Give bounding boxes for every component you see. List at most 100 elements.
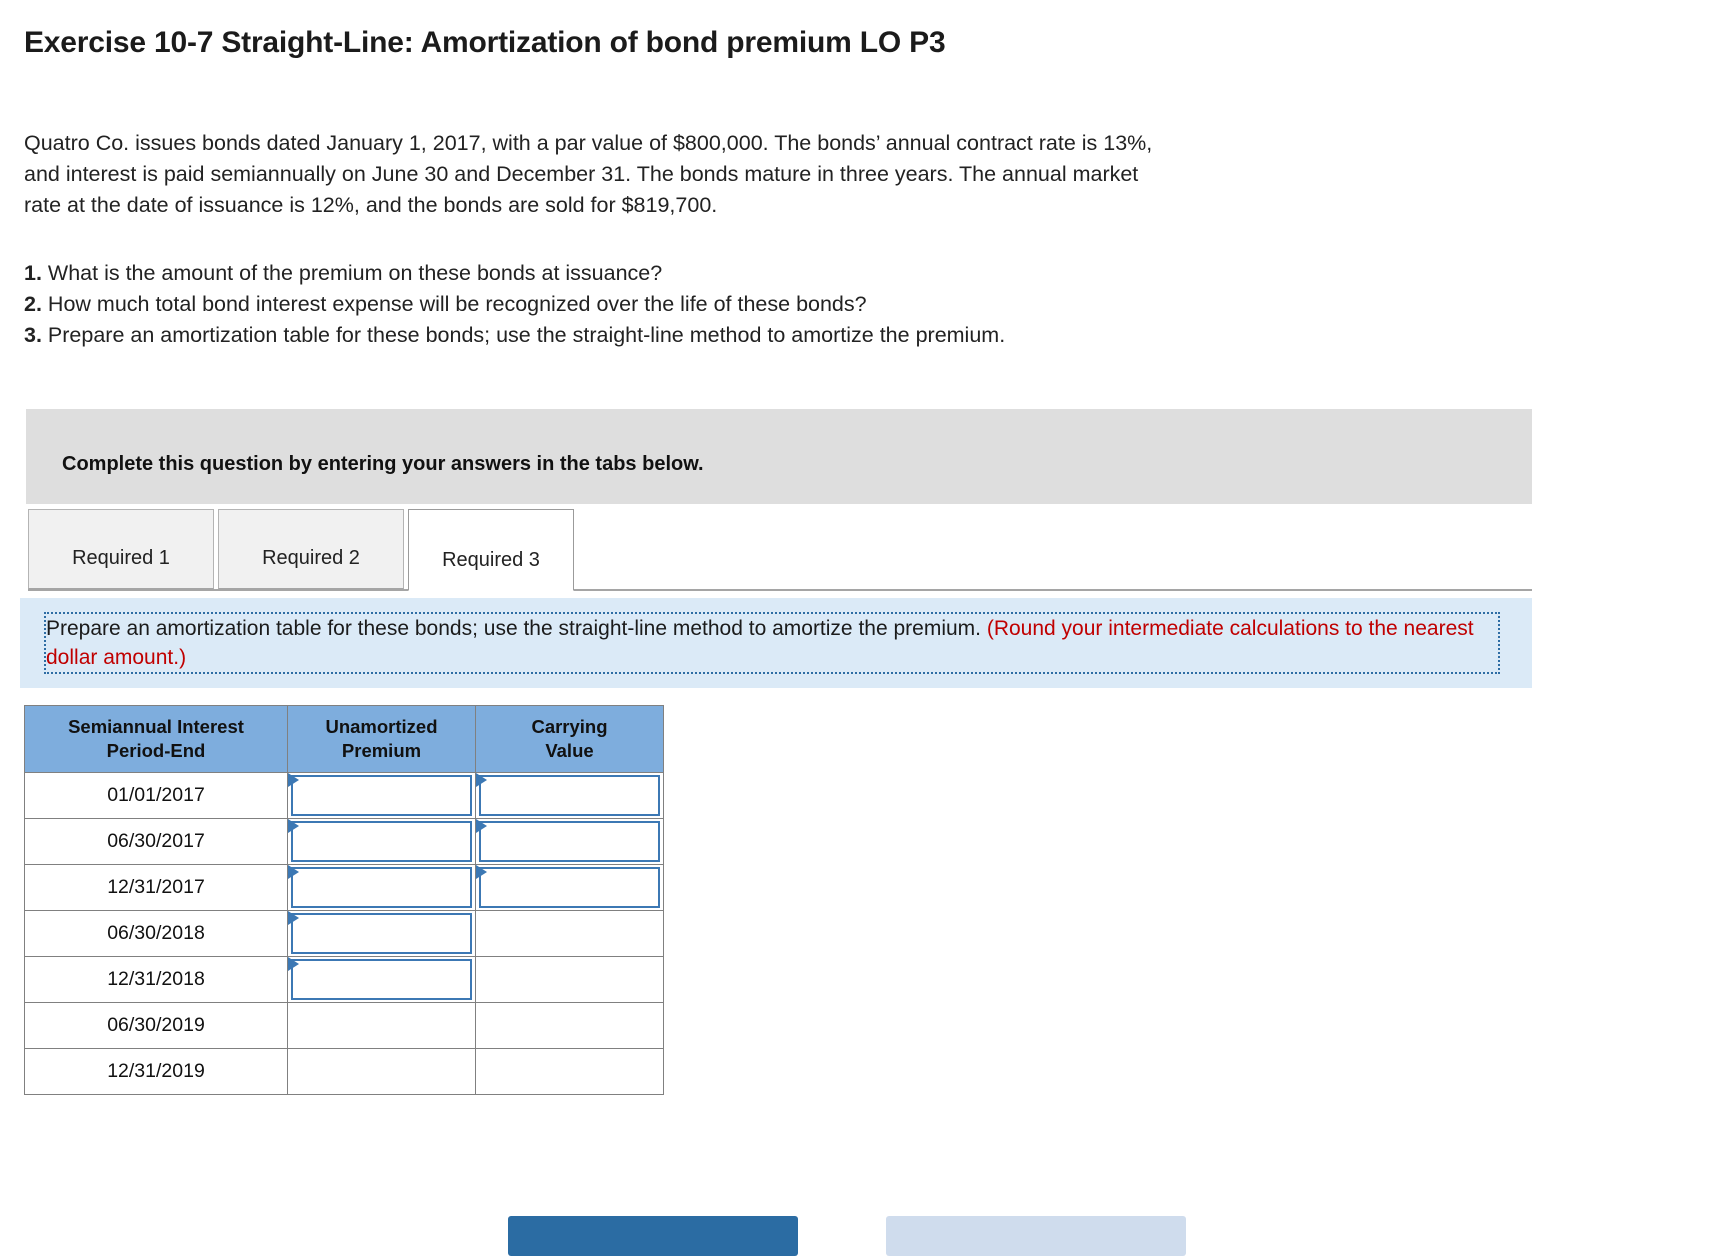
- cell-marker-icon: [476, 819, 487, 833]
- cell-marker-icon: [288, 957, 299, 971]
- cell-marker-icon: [288, 819, 299, 833]
- unamortized-premium-cell[interactable]: [287, 956, 476, 1003]
- carrying-value-input[interactable]: [479, 775, 660, 816]
- column-header-unamortized-premium-line1: Unamortized: [325, 716, 438, 737]
- period-end-cell: 06/30/2018: [24, 910, 288, 957]
- tab-required-3[interactable]: Required 3: [408, 509, 574, 591]
- table-row: 12/31/2019: [24, 1048, 664, 1095]
- column-header-period-end: Semiannual Interest Period-End: [24, 705, 288, 773]
- table-row: 06/30/2019: [24, 1002, 664, 1049]
- column-header-period-end-line2: Period-End: [106, 740, 206, 761]
- table-row: 12/31/2018: [24, 956, 664, 1003]
- column-header-unamortized-premium-line2: Premium: [341, 740, 422, 761]
- tab-required-1[interactable]: Required 1: [28, 509, 214, 589]
- unamortized-premium-cell[interactable]: [287, 1048, 476, 1095]
- carrying-value-cell[interactable]: [475, 1048, 664, 1095]
- tab-required-3-label: Required 3: [442, 549, 540, 571]
- carrying-value-cell[interactable]: [475, 956, 664, 1003]
- table-header-row: Semiannual Interest Period-End Unamortiz…: [24, 705, 664, 773]
- carrying-value-cell[interactable]: [475, 910, 664, 957]
- cell-wrapper: [476, 865, 663, 910]
- cell-wrapper: [288, 773, 475, 818]
- carrying-value-cell[interactable]: [475, 818, 664, 865]
- tab-required-2[interactable]: Required 2: [218, 509, 404, 589]
- cell-wrapper: [476, 773, 663, 818]
- cell-wrapper: [288, 865, 475, 910]
- unamortized-premium-input[interactable]: [291, 959, 472, 1000]
- task-instruction-main: Prepare an amortization table for these …: [46, 617, 987, 640]
- question-number-1: 1.: [24, 261, 42, 285]
- question-text-2: How much total bond interest expense wil…: [47, 292, 867, 316]
- carrying-value-input[interactable]: [479, 821, 660, 862]
- period-end-cell: 12/31/2017: [24, 864, 288, 911]
- table-head: Semiannual Interest Period-End Unamortiz…: [24, 705, 664, 773]
- next-button[interactable]: [886, 1216, 1186, 1256]
- unamortized-premium-cell[interactable]: [287, 1002, 476, 1049]
- task-instruction-panel: Prepare an amortization table for these …: [20, 598, 1532, 688]
- amortization-table: Semiannual Interest Period-End Unamortiz…: [24, 705, 664, 1095]
- column-header-carrying-value-line1: Carrying: [531, 716, 608, 737]
- cell-marker-icon: [476, 773, 487, 787]
- problem-line-1: Quatro Co. issues bonds dated January 1,…: [24, 131, 1153, 155]
- question-number-3: 3.: [24, 323, 42, 347]
- question-text-1: What is the amount of the premium on the…: [47, 261, 663, 285]
- cell-wrapper: [476, 957, 663, 1002]
- unamortized-premium-cell[interactable]: [287, 864, 476, 911]
- tab-required-2-label: Required 2: [262, 547, 360, 569]
- question-item-2: 2. How much total bond interest expense …: [24, 289, 1504, 320]
- problem-line-2: and interest is paid semiannually on Jun…: [24, 162, 1139, 186]
- question-number-2: 2.: [24, 292, 42, 316]
- period-end-cell: 06/30/2019: [24, 1002, 288, 1049]
- problem-line-3: rate at the date of issuance is 12%, and…: [24, 193, 718, 217]
- instruction-bar: Complete this question by entering your …: [26, 409, 1532, 504]
- unamortized-premium-input[interactable]: [291, 821, 472, 862]
- cell-wrapper: [476, 911, 663, 956]
- table-row: 06/30/2018: [24, 910, 664, 957]
- cell-marker-icon: [476, 865, 487, 879]
- unamortized-premium-cell[interactable]: [287, 818, 476, 865]
- task-instruction-text: Prepare an amortization table for these …: [46, 614, 1506, 672]
- cell-marker-icon: [288, 865, 299, 879]
- unamortized-premium-input[interactable]: [291, 913, 472, 954]
- period-end-cell: 01/01/2017: [24, 772, 288, 819]
- period-end-cell: 06/30/2017: [24, 818, 288, 865]
- column-header-carrying-value-line2: Value: [545, 740, 594, 761]
- carrying-value-cell[interactable]: [475, 772, 664, 819]
- cell-wrapper: [288, 911, 475, 956]
- cell-wrapper: [476, 1049, 663, 1094]
- question-text-3: Prepare an amortization table for these …: [47, 323, 1006, 347]
- page-root: Exercise 10-7 Straight-Line: Amortizatio…: [0, 0, 1720, 1256]
- unamortized-premium-input[interactable]: [291, 867, 472, 908]
- problem-statement: Quatro Co. issues bonds dated January 1,…: [24, 128, 1524, 221]
- table-row: 06/30/2017: [24, 818, 664, 865]
- table-row: 12/31/2017: [24, 864, 664, 911]
- question-item-3: 3. Prepare an amortization table for the…: [24, 320, 1504, 351]
- page-title: Exercise 10-7 Straight-Line: Amortizatio…: [24, 26, 946, 59]
- cell-wrapper: [288, 819, 475, 864]
- carrying-value-cell[interactable]: [475, 864, 664, 911]
- table-body: 01/01/2017 06/30/2017 12/31/2017 06/30/2018…: [24, 772, 664, 1095]
- cell-wrapper: [476, 819, 663, 864]
- cell-marker-icon: [288, 911, 299, 925]
- cell-wrapper: [288, 957, 475, 1002]
- question-item-1: 1. What is the amount of the premium on …: [24, 258, 1504, 289]
- cell-wrapper: [288, 1049, 475, 1094]
- instruction-bar-text: Complete this question by entering your …: [62, 453, 704, 475]
- question-list: 1. What is the amount of the premium on …: [24, 258, 1504, 351]
- column-header-carrying-value: Carrying Value: [475, 705, 664, 773]
- unamortized-premium-input[interactable]: [291, 775, 472, 816]
- previous-button[interactable]: [508, 1216, 798, 1256]
- carrying-value-input[interactable]: [479, 867, 660, 908]
- table-row: 01/01/2017: [24, 772, 664, 819]
- cell-wrapper: [476, 1003, 663, 1048]
- unamortized-premium-cell[interactable]: [287, 910, 476, 957]
- column-header-unamortized-premium: Unamortized Premium: [287, 705, 476, 773]
- cell-marker-icon: [288, 773, 299, 787]
- tab-underline: [28, 589, 1532, 591]
- column-header-period-end-line1: Semiannual Interest: [68, 716, 244, 737]
- unamortized-premium-cell[interactable]: [287, 772, 476, 819]
- period-end-cell: 12/31/2019: [24, 1048, 288, 1095]
- tab-required-1-label: Required 1: [72, 547, 170, 569]
- carrying-value-cell[interactable]: [475, 1002, 664, 1049]
- period-end-cell: 12/31/2018: [24, 956, 288, 1003]
